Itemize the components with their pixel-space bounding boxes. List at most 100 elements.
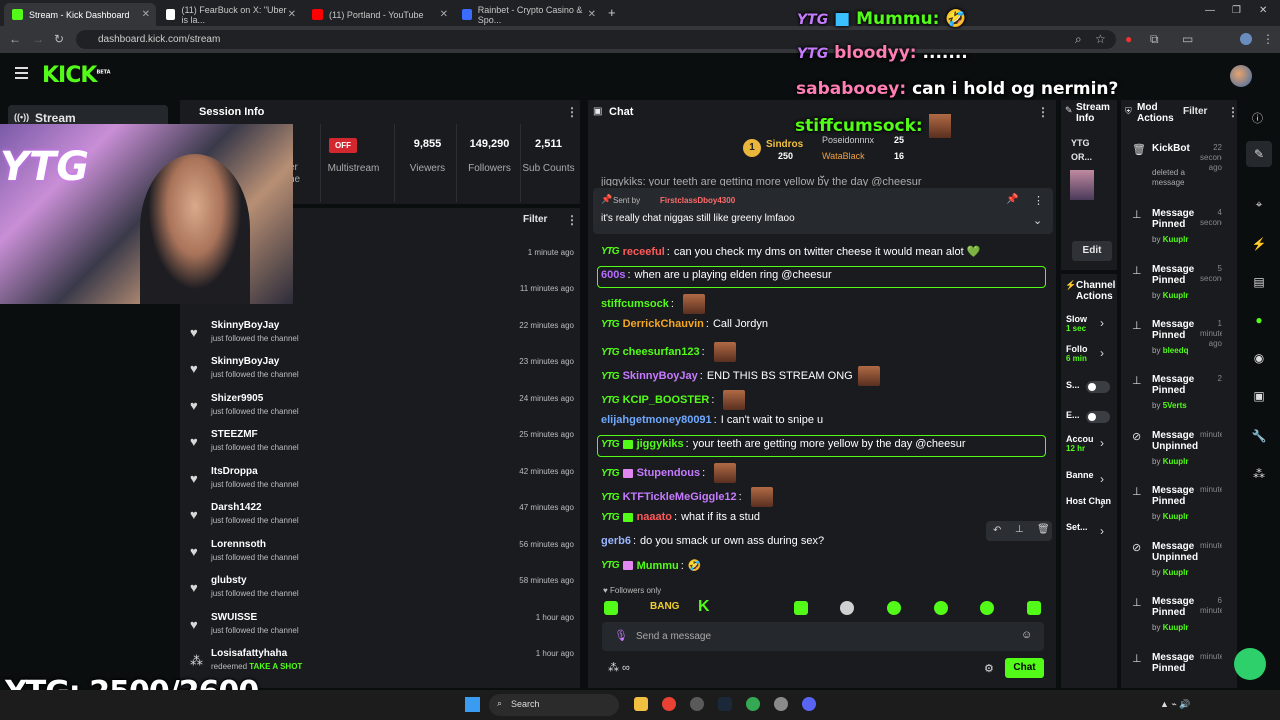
close-icon[interactable]: ✕: [142, 9, 150, 20]
apps-icon[interactable]: ⁂: [1246, 461, 1272, 487]
channel-action-item[interactable]: Slow 1 sec: [1066, 314, 1087, 333]
emote-icon[interactable]: [980, 601, 994, 615]
chat-username[interactable]: stiffcumsock: [601, 298, 669, 310]
channel-action-item[interactable]: Set...: [1066, 522, 1088, 532]
chat-message[interactable]: YTG Mummu: 🤣: [601, 559, 702, 573]
mod-filter-button[interactable]: Filter: [1183, 106, 1207, 117]
extension-icon[interactable]: ●: [1125, 32, 1132, 46]
activity-username[interactable]: Darsh1422: [211, 502, 262, 513]
channel-action-item[interactable]: Follo 6 min: [1066, 344, 1088, 363]
chat-username[interactable]: naaato: [637, 511, 672, 523]
chat-message[interactable]: 600s: when are u playing elden ring @chee…: [601, 269, 832, 281]
chat-message[interactable]: stiffcumsock:: [601, 294, 705, 314]
chat-username[interactable]: gerb6: [601, 535, 631, 547]
chat-message[interactable]: YTG SkinnyBoyJay: END THIS BS STREAM ONG: [601, 366, 880, 386]
maximize-icon[interactable]: ❐: [1232, 5, 1241, 16]
activity-username[interactable]: SkinnyBoyJay: [211, 320, 279, 331]
close-icon[interactable]: ✕: [588, 9, 596, 20]
user-avatar[interactable]: [1230, 65, 1252, 87]
taskbar-search[interactable]: ⌕ Search: [489, 694, 619, 716]
activity-username[interactable]: SkinnyBoyJay: [211, 356, 279, 367]
pinned-message[interactable]: 📌 Sent by FirstclassDboy4300 it's really…: [593, 188, 1053, 234]
back-icon[interactable]: ←: [9, 32, 21, 46]
channel-action-item[interactable]: Accou 12 hr: [1066, 434, 1094, 453]
steam-icon[interactable]: [718, 697, 732, 711]
emote-icon[interactable]: [934, 601, 948, 615]
forward-icon[interactable]: →: [32, 32, 44, 46]
activity-username[interactable]: glubsty: [211, 575, 247, 586]
pinned-sender[interactable]: FirstclassDboy4300: [660, 196, 735, 205]
tab-youtube[interactable]: (11) Portland - YouTube ✕: [304, 3, 454, 26]
chat-tool-icon[interactable]: ●: [1246, 307, 1272, 333]
chat-settings-gear-icon[interactable]: ⚙: [984, 662, 994, 675]
hamburger-menu-icon[interactable]: [15, 67, 28, 82]
settings-app-icon[interactable]: [774, 697, 788, 711]
emote-icon[interactable]: [604, 601, 618, 615]
chat-username[interactable]: Mummu: [637, 560, 679, 572]
reply-icon[interactable]: ↶: [993, 525, 1001, 536]
chat-message[interactable]: elijahgetmoney80091: I can't wait to snip…: [601, 414, 823, 426]
edit-tool-icon[interactable]: ✎: [1246, 141, 1272, 167]
sidepanel-icon[interactable]: ▭: [1182, 32, 1193, 46]
channel-action-item[interactable]: Banne: [1066, 470, 1094, 480]
emote-icon[interactable]: [1027, 601, 1041, 615]
file-explorer-icon[interactable]: [634, 697, 648, 711]
channel-action-item[interactable]: Host Chan: [1066, 496, 1111, 506]
chat-message[interactable]: YTG DerrickChauvin: Call Jordyn: [601, 318, 768, 330]
wrench-icon[interactable]: 🔧: [1246, 423, 1272, 449]
chat-message[interactable]: YTG jiggykiks: your teeth are getting more…: [601, 438, 966, 450]
zoom-icon[interactable]: ⌕: [1075, 32, 1082, 47]
chevron-down-icon[interactable]: ⌄: [1033, 214, 1042, 227]
pin-message-icon[interactable]: ⊥: [1015, 524, 1024, 535]
activity-username[interactable]: Losisafattyhaha: [211, 648, 287, 659]
discord-icon[interactable]: [802, 697, 816, 711]
bookmark-star-icon[interactable]: ☆: [1095, 32, 1106, 46]
emote-kick-icon[interactable]: K: [698, 598, 710, 616]
chrome-icon[interactable]: [662, 697, 676, 711]
multistream-off-badge[interactable]: OFF: [329, 138, 357, 153]
windows-start-icon[interactable]: [465, 697, 480, 712]
chat-username[interactable]: KTFTickleMeGiggle12: [623, 491, 737, 503]
session-menu-icon[interactable]: ⋮: [566, 105, 578, 119]
emote-icon[interactable]: [840, 601, 854, 615]
channel-action-item[interactable]: E...: [1066, 410, 1080, 420]
tab-rainbet[interactable]: Rainbet - Crypto Casino & Spo... ✕: [454, 3, 602, 26]
chevron-right-icon[interactable]: ›: [1100, 346, 1104, 360]
floating-action-icon[interactable]: [1234, 648, 1266, 680]
system-tray-icons[interactable]: ▲ ⌁ 🔊: [1160, 699, 1191, 710]
extensions-puzzle-icon[interactable]: ⧉: [1150, 32, 1159, 47]
app-icon[interactable]: [690, 697, 704, 711]
activity-username[interactable]: ItsDroppa: [211, 466, 258, 477]
chevron-right-icon[interactable]: ›: [1100, 436, 1104, 450]
activity-menu-icon[interactable]: ⋮: [566, 213, 578, 227]
emote-icon[interactable]: [887, 601, 901, 615]
delete-icon[interactable]: 🗑: [1037, 524, 1050, 535]
tab-kick-dashboard[interactable]: Stream - Kick Dashboard ✕: [4, 3, 156, 26]
broadcast-tool-icon[interactable]: ◉: [1246, 345, 1272, 371]
chevron-right-icon[interactable]: ›: [1100, 524, 1104, 538]
layout-tool-icon[interactable]: ▣: [1246, 383, 1272, 409]
chrome-alt-icon[interactable]: [746, 697, 760, 711]
new-tab-icon[interactable]: +: [608, 5, 616, 20]
chat-menu-icon[interactable]: ⋮: [1037, 105, 1049, 119]
chat-username[interactable]: 600s: [601, 269, 625, 281]
leader-third-name[interactable]: WataBlack: [822, 151, 865, 161]
toggle-switch[interactable]: [1086, 411, 1110, 423]
mod-menu-icon[interactable]: ⋮: [1227, 105, 1239, 119]
activity-username[interactable]: SWUISSE: [211, 612, 257, 623]
chat-message[interactable]: YTG Stupendous:: [601, 463, 737, 483]
activity-username[interactable]: Lorennsoth: [211, 539, 266, 550]
toggle-switch[interactable]: [1086, 381, 1110, 393]
notes-icon[interactable]: ▤: [1246, 269, 1272, 295]
chat-input[interactable]: Send a message: [636, 631, 711, 642]
close-icon[interactable]: ✕: [288, 9, 296, 20]
minimize-icon[interactable]: —: [1205, 5, 1215, 16]
close-icon[interactable]: ✕: [440, 9, 448, 20]
chevron-right-icon[interactable]: ›: [1100, 316, 1104, 330]
quick-action-icon[interactable]: ⚡: [1246, 231, 1272, 257]
chat-username[interactable]: KCIP_BOOSTER: [623, 394, 710, 406]
chat-message[interactable]: YTG cheesurfan123:: [601, 342, 736, 362]
unpin-icon[interactable]: 📌: [1006, 194, 1018, 205]
leader-first-name[interactable]: Sindros: [766, 139, 803, 150]
activity-username[interactable]: Shizer9905: [211, 393, 263, 404]
